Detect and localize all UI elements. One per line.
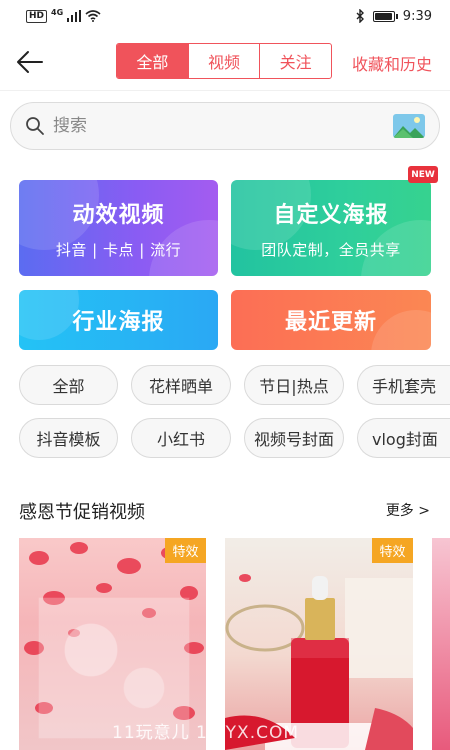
tab-following[interactable]: 关注 [260, 44, 331, 78]
search-bar[interactable] [10, 102, 440, 150]
chip-channels-cover[interactable]: 视频号封面 [244, 418, 344, 458]
signal-icon [67, 10, 82, 22]
dynamic-video-card[interactable]: 动效视频 抖音 | 卡点 | 流行 [19, 180, 218, 276]
section-title: 感恩节促销视频 [19, 502, 145, 523]
industry-poster-title: 行业海报 [72, 310, 165, 335]
chip-holiday-trending[interactable]: 节日|热点 [244, 365, 344, 405]
favorites-history-link[interactable]: 收藏和历史 [352, 51, 432, 75]
header-divider [0, 90, 450, 91]
wifi-icon [85, 10, 101, 22]
tab-all[interactable]: 全部 [117, 44, 189, 78]
bluetooth-icon [356, 9, 364, 23]
industry-poster-card[interactable]: 行业海报 [19, 290, 218, 350]
filter-tabs: 全部 视频 关注 [116, 43, 332, 79]
search-input[interactable] [53, 116, 393, 136]
custom-poster-card[interactable]: 自定义海报 团队定制，全员共享 [231, 180, 431, 276]
effect-badge: 特效 [372, 538, 413, 563]
recent-updates-title: 最近更新 [284, 310, 377, 335]
back-button[interactable] [14, 46, 46, 78]
watermark: 11玩意儿 1WYX.COM [112, 723, 300, 743]
chip-douyin-template[interactable]: 抖音模板 [19, 418, 118, 458]
top-header: 全部 视频 关注 收藏和历史 [0, 40, 450, 84]
chip-phone-case[interactable]: 手机套壳 [357, 365, 450, 405]
chip-all[interactable]: 全部 [19, 365, 118, 405]
status-left: HD 4G [26, 7, 101, 23]
more-link[interactable]: 更多 > [386, 500, 430, 520]
status-bar: HD 4G 9:39 [0, 0, 450, 32]
back-arrow-icon [17, 51, 43, 73]
clock: 9:39 [402, 8, 432, 24]
recent-updates-card[interactable]: 最近更新 [231, 290, 431, 350]
hd-indicator: HD [26, 9, 48, 23]
video-thumbnail-partial[interactable] [432, 538, 450, 750]
status-right: 9:39 [356, 9, 432, 24]
network-type: 4G [51, 7, 64, 17]
battery-icon [372, 10, 398, 22]
effect-badge: 特效 [165, 538, 206, 563]
search-icon [26, 117, 44, 135]
tab-video[interactable]: 视频 [189, 44, 261, 78]
image-search-icon[interactable] [393, 114, 425, 138]
chip-xiaohongshu[interactable]: 小红书 [131, 418, 231, 458]
chip-vlog-cover[interactable]: vlog封面 [357, 418, 450, 458]
chip-order-showcase[interactable]: 花样晒单 [131, 365, 231, 405]
new-badge: NEW [408, 166, 438, 183]
